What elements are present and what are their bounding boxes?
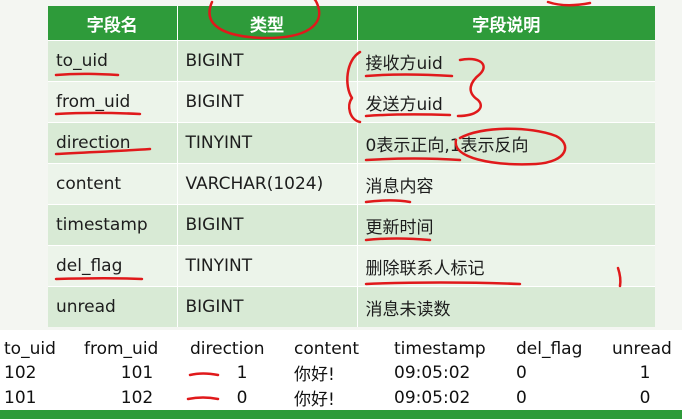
schema-row: unread BIGINT 消息未读数 <box>48 286 655 327</box>
field-name: unread <box>48 286 177 327</box>
result-header-row: to_uid from_uid direction content timest… <box>4 338 678 360</box>
field-name: content <box>48 163 177 205</box>
cell-direction: 1 <box>236 362 248 383</box>
field-type: VARCHAR(1024) <box>176 163 357 205</box>
query-result-table: to_uid from_uid direction content timest… <box>4 338 678 410</box>
field-name: from_uid <box>48 81 177 123</box>
bottom-status-bar <box>0 410 682 419</box>
cell-to-uid: 101 <box>4 387 37 408</box>
cell-content: 你好! <box>294 365 335 385</box>
cell-direction: 0 <box>236 387 248 408</box>
result-header-content: content <box>294 339 360 359</box>
result-row: 102 101 1 你好! 09:05:02 0 1 <box>4 360 678 386</box>
schema-row: from_uid BIGINT 发送方uid <box>48 81 655 123</box>
field-desc: 发送方uid <box>356 81 655 123</box>
cell-timestamp: 09:05:02 <box>394 387 471 408</box>
schema-row: timestamp BIGINT 更新时间 <box>48 204 655 246</box>
field-name: to_uid <box>48 40 177 82</box>
cell-timestamp: 09:05:02 <box>394 362 471 383</box>
cell-del-flag: 0 <box>516 362 527 383</box>
field-type: BIGINT <box>176 81 357 123</box>
result-header-from-uid: from_uid <box>84 339 159 359</box>
header-type: 类型 <box>176 6 357 41</box>
field-type: TINYINT <box>176 122 357 164</box>
cell-del-flag: 0 <box>516 387 527 408</box>
cell-unread: 1 <box>639 362 651 383</box>
field-desc: 消息内容 <box>356 163 655 205</box>
result-header-timestamp: timestamp <box>394 339 486 359</box>
field-type: TINYINT <box>176 245 357 287</box>
field-name: direction <box>48 122 177 164</box>
cell-to-uid: 102 <box>4 362 37 383</box>
cell-unread: 0 <box>639 387 651 408</box>
field-name: timestamp <box>48 204 177 246</box>
schema-row: to_uid BIGINT 接收方uid <box>48 40 655 82</box>
header-field-name: 字段名 <box>48 6 177 41</box>
result-header-direction: direction <box>190 339 265 359</box>
field-type: BIGINT <box>176 286 357 327</box>
field-type: BIGINT <box>176 204 357 246</box>
schema-row: direction TINYINT 0表示正向,1表示反向 <box>48 122 655 164</box>
result-header-del-flag: del_flag <box>516 339 583 359</box>
cell-content: 你好! <box>294 390 335 410</box>
query-result-panel: to_uid from_uid direction content timest… <box>0 330 682 410</box>
schema-header-row: 字段名 类型 字段说明 <box>48 6 655 41</box>
result-header-unread: unread <box>612 339 672 359</box>
field-desc: 接收方uid <box>356 40 655 82</box>
field-desc: 0表示正向,1表示反向 <box>356 122 655 164</box>
cell-from-uid: 102 <box>120 387 154 408</box>
field-name: del_flag <box>48 245 177 287</box>
field-desc: 更新时间 <box>356 204 655 246</box>
field-desc: 消息未读数 <box>356 286 655 327</box>
result-header-to-uid: to_uid <box>4 339 56 359</box>
field-type: BIGINT <box>176 40 357 82</box>
schema-row: content VARCHAR(1024) 消息内容 <box>48 163 655 205</box>
field-desc: 删除联系人标记 <box>356 245 655 287</box>
cell-from-uid: 101 <box>120 362 154 383</box>
schema-row: del_flag TINYINT 删除联系人标记 <box>48 245 655 287</box>
annotation-stroke-top-right <box>546 0 592 7</box>
schema-table: 字段名 类型 字段说明 to_uid BIGINT 接收方uid from_ui… <box>48 6 655 327</box>
header-description: 字段说明 <box>356 6 655 41</box>
result-row: 101 102 0 你好! 09:05:02 0 0 <box>4 385 678 411</box>
